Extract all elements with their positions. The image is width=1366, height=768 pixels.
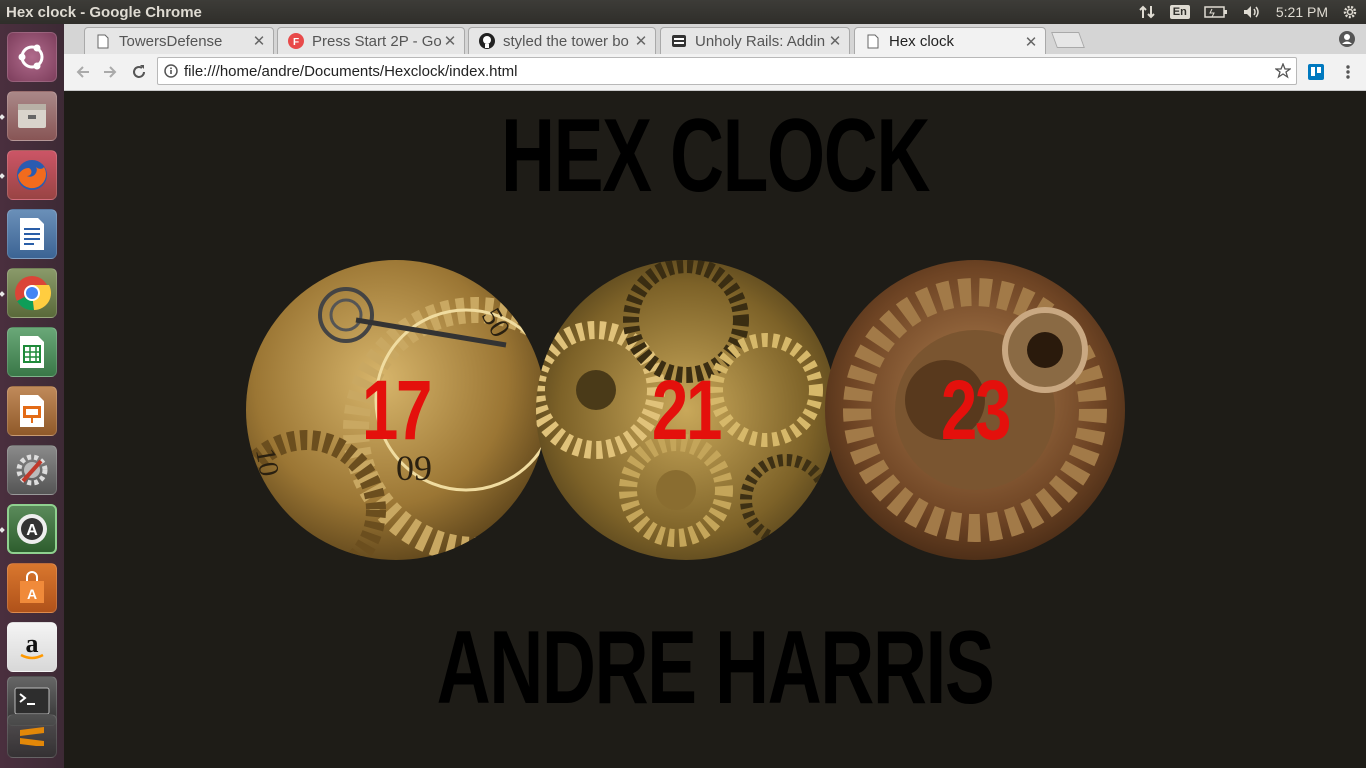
system-tray: En 5:21 PM — [1138, 0, 1358, 24]
tab-label: Hex clock — [889, 33, 955, 50]
back-icon[interactable] — [74, 63, 92, 81]
tab-strip: TowersDefense ✕ F Press Start 2P - Goo ✕… — [64, 24, 1366, 55]
battery-icon[interactable] — [1204, 5, 1228, 19]
close-icon[interactable]: ✕ — [633, 32, 649, 50]
seconds-circle: 23 — [825, 260, 1125, 560]
address-bar[interactable]: file:///home/andre/Documents/Hexclock/in… — [157, 57, 1297, 85]
page-icon — [865, 34, 881, 50]
minutes-circle: 21 — [536, 260, 836, 560]
tab-github[interactable]: styled the tower bo ✕ — [468, 27, 656, 54]
launcher: A A a — [0, 24, 65, 768]
reload-icon[interactable] — [130, 63, 148, 81]
page-icon — [95, 33, 111, 49]
close-icon[interactable]: ✕ — [827, 32, 843, 50]
close-icon[interactable]: ✕ — [1023, 33, 1039, 51]
settings-icon[interactable] — [7, 445, 57, 495]
profile-icon[interactable] — [1338, 30, 1356, 52]
tab-label: Unholy Rails: Addin — [695, 32, 826, 50]
tab-towersdefense[interactable]: TowersDefense ✕ — [84, 27, 274, 54]
gear-icon[interactable] — [1342, 4, 1358, 20]
calc-icon[interactable] — [7, 327, 57, 377]
hours-value: 17 — [361, 362, 433, 457]
svg-text:A: A — [26, 522, 38, 539]
clock[interactable]: 5:21 PM — [1276, 4, 1328, 20]
amazon-icon[interactable]: a — [7, 622, 57, 672]
ubuntu-icon[interactable] — [7, 32, 57, 82]
svg-text:A: A — [27, 586, 37, 602]
tab-hex-clock[interactable]: Hex clock ✕ — [854, 27, 1046, 55]
url-text[interactable]: file:///home/andre/Documents/Hexclock/in… — [184, 63, 1270, 80]
window-title: Hex clock - Google Chrome — [6, 3, 202, 21]
svg-text:a: a — [26, 630, 39, 658]
close-icon[interactable]: ✕ — [251, 32, 267, 50]
software-center-icon[interactable]: A — [7, 563, 57, 613]
volume-icon[interactable] — [1242, 4, 1262, 20]
author-name: ANDRE HARRIS — [436, 610, 995, 726]
blog-icon — [671, 33, 687, 49]
seconds-value: 23 — [940, 362, 1012, 457]
firefox-icon[interactable] — [7, 150, 57, 200]
menu-icon[interactable] — [1339, 63, 1357, 81]
page-title: HEX CLOCK — [500, 98, 930, 214]
network-icon[interactable] — [1138, 4, 1156, 20]
new-tab-button[interactable] — [1051, 32, 1085, 48]
minutes-value: 21 — [651, 362, 723, 457]
close-icon[interactable]: ✕ — [442, 32, 458, 50]
software-updater-icon[interactable]: A — [7, 504, 57, 554]
page-content: HEX CLOCK 50 09 10 17 21 23 ANDRE HARRIS — [64, 91, 1366, 768]
github-icon — [479, 33, 495, 49]
sublime-icon[interactable] — [7, 714, 57, 758]
tab-label: styled the tower bo — [503, 32, 629, 50]
tab-press-start[interactable]: F Press Start 2P - Goo ✕ — [277, 27, 465, 54]
writer-icon[interactable] — [7, 209, 57, 259]
svg-text:F: F — [293, 37, 299, 48]
tab-label: Press Start 2P - Goo — [312, 32, 442, 50]
fonts-icon: F — [288, 33, 304, 49]
files-icon[interactable] — [7, 91, 57, 141]
impress-icon[interactable] — [7, 386, 57, 436]
hours-circle: 50 09 10 17 — [246, 260, 546, 560]
top-panel: Hex clock - Google Chrome En 5:21 PM — [0, 0, 1366, 24]
info-icon[interactable] — [158, 64, 184, 78]
tab-unholy-rails[interactable]: Unholy Rails: Addin ✕ — [660, 27, 850, 54]
toolbar: file:///home/andre/Documents/Hexclock/in… — [64, 54, 1366, 91]
keyboard-layout[interactable]: En — [1169, 5, 1190, 19]
forward-icon[interactable] — [101, 63, 119, 81]
tab-label: TowersDefense — [119, 32, 223, 50]
chrome-icon[interactable] — [7, 268, 57, 318]
trello-extension-icon[interactable] — [1307, 63, 1325, 81]
browser-window: TowersDefense ✕ F Press Start 2P - Goo ✕… — [64, 24, 1366, 768]
bookmark-star-icon[interactable] — [1270, 63, 1296, 79]
